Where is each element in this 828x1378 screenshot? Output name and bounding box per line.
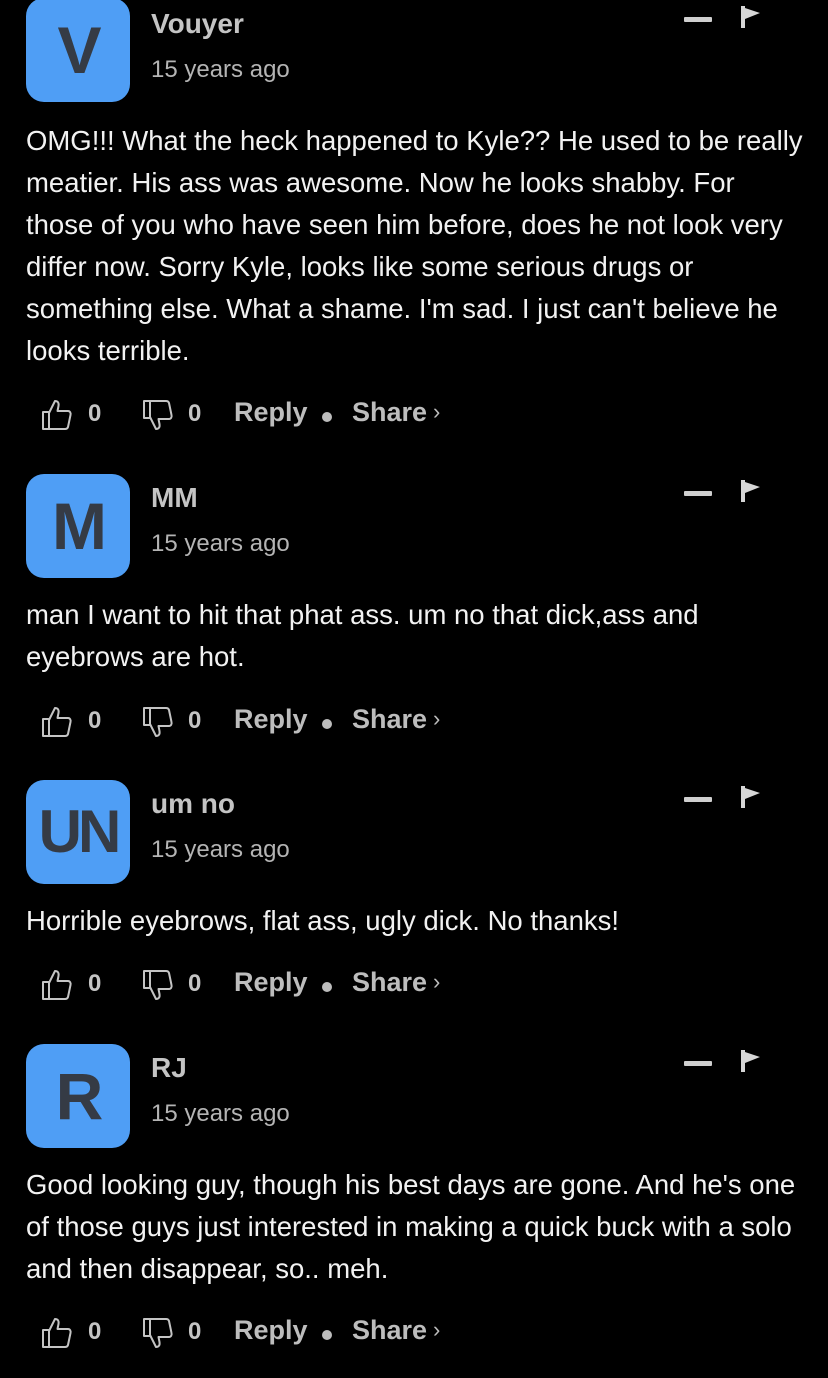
- comment-actions: 0 0 Reply Share ›: [0, 1314, 828, 1354]
- share-label: Share: [352, 704, 428, 734]
- comment-author[interactable]: Vouyer: [151, 8, 244, 40]
- like-count: 0: [88, 707, 102, 734]
- comment-timestamp: 15 years ago: [151, 530, 290, 557]
- chevron-right-icon: ›: [433, 969, 441, 994]
- comment-author[interactable]: RJ: [151, 1052, 187, 1084]
- share-label: Share: [352, 397, 428, 427]
- dislike-count: 0: [188, 400, 202, 427]
- collapse-icon[interactable]: [684, 797, 712, 802]
- comment-actions: 0 0 Reply Share ›: [0, 396, 828, 436]
- avatar[interactable]: M: [26, 474, 130, 578]
- separator-dot: [322, 719, 332, 729]
- comment-timestamp: 15 years ago: [151, 836, 290, 863]
- comment-body: Horrible eyebrows, flat ass, ugly dick. …: [26, 905, 620, 936]
- thumbs-up-icon[interactable]: [40, 398, 74, 432]
- reply-button[interactable]: Reply: [234, 1315, 308, 1346]
- reply-button[interactable]: Reply: [234, 397, 308, 428]
- chevron-right-icon: ›: [433, 1317, 441, 1342]
- share-button[interactable]: Share ›: [352, 1315, 440, 1346]
- comment-timestamp: 15 years ago: [151, 56, 290, 83]
- share-button[interactable]: Share ›: [352, 967, 440, 998]
- collapse-icon[interactable]: [684, 491, 712, 496]
- avatar[interactable]: UN: [26, 780, 130, 884]
- comment-timestamp: 15 years ago: [151, 1100, 290, 1127]
- avatar[interactable]: V: [26, 0, 130, 102]
- comment-body: OMG!!! What the heck happened to Kyle?? …: [26, 125, 803, 366]
- comment-body: Good looking guy, though his best days a…: [26, 1169, 796, 1284]
- chevron-right-icon: ›: [433, 706, 441, 731]
- dislike-count: 0: [188, 1318, 202, 1345]
- like-count: 0: [88, 970, 102, 997]
- reply-button[interactable]: Reply: [234, 704, 308, 735]
- comment-author[interactable]: MM: [151, 482, 198, 514]
- share-button[interactable]: Share ›: [352, 397, 440, 428]
- share-button[interactable]: Share ›: [352, 704, 440, 735]
- separator-dot: [322, 412, 332, 422]
- dislike-count: 0: [188, 707, 202, 734]
- dislike-count: 0: [188, 970, 202, 997]
- thumbs-up-icon[interactable]: [40, 968, 74, 1002]
- thumbs-down-icon[interactable]: [141, 398, 175, 432]
- thumbs-down-icon[interactable]: [141, 1316, 175, 1350]
- flag-icon[interactable]: [738, 1050, 764, 1072]
- chevron-right-icon: ›: [433, 399, 441, 424]
- comment-actions: 0 0 Reply Share ›: [0, 703, 828, 743]
- collapse-icon[interactable]: [684, 1061, 712, 1066]
- comment-body: man I want to hit that phat ass. um no t…: [26, 599, 699, 672]
- flag-icon[interactable]: [738, 480, 764, 502]
- share-label: Share: [352, 1315, 428, 1345]
- thumbs-up-icon[interactable]: [40, 1316, 74, 1350]
- thumbs-up-icon[interactable]: [40, 705, 74, 739]
- flag-icon[interactable]: [738, 786, 764, 808]
- avatar[interactable]: R: [26, 1044, 130, 1148]
- thumbs-down-icon[interactable]: [141, 705, 175, 739]
- like-count: 0: [88, 1318, 102, 1345]
- comment-author[interactable]: um no: [151, 788, 235, 820]
- reply-button[interactable]: Reply: [234, 967, 308, 998]
- separator-dot: [322, 1330, 332, 1340]
- like-count: 0: [88, 400, 102, 427]
- thumbs-down-icon[interactable]: [141, 968, 175, 1002]
- collapse-icon[interactable]: [684, 17, 712, 22]
- share-label: Share: [352, 967, 428, 997]
- comment-actions: 0 0 Reply Share ›: [0, 966, 828, 1006]
- flag-icon[interactable]: [738, 6, 764, 28]
- separator-dot: [322, 982, 332, 992]
